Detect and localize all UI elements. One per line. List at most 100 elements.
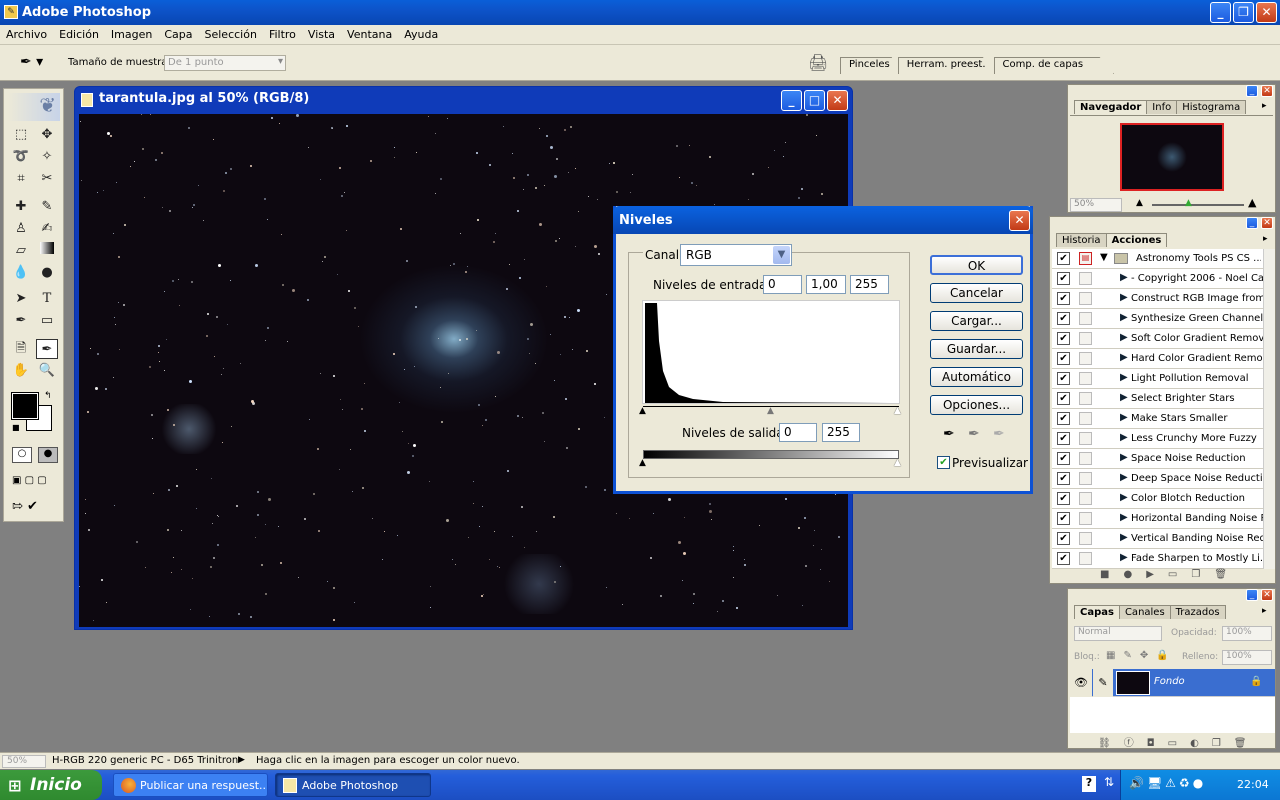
tab-histograma[interactable]: Histograma (1176, 100, 1247, 114)
action-toggle-checkbox[interactable]: ✔ (1057, 372, 1070, 385)
action-dialog-toggle[interactable] (1079, 392, 1092, 405)
cancel-button[interactable]: Cancelar (930, 283, 1023, 303)
action-toggle-checkbox[interactable]: ✔ (1057, 412, 1070, 425)
action-dialog-toggle[interactable] (1079, 532, 1092, 545)
document-close-button[interactable]: ✕ (827, 90, 848, 111)
new-group-icon[interactable]: ▭ (1168, 738, 1190, 749)
pen-tool-icon[interactable]: ✒ (10, 311, 32, 331)
expand-action-icon[interactable]: ▶ (1120, 352, 1128, 363)
new-action-icon[interactable]: ❐ (1191, 569, 1214, 580)
action-row[interactable]: ✔ ▶ Light Pollution Removal (1052, 369, 1263, 389)
language-icon[interactable]: ⇅ (1104, 775, 1114, 789)
fill-field[interactable]: 100% (1222, 650, 1272, 665)
action-toggle-checkbox[interactable]: ✔ (1057, 352, 1070, 365)
shape-tool-icon[interactable]: ▭ (36, 311, 58, 331)
auto-button[interactable]: Automático (930, 367, 1023, 387)
menu-capa[interactable]: Capa (158, 25, 198, 41)
actions-close-button[interactable]: ✕ (1261, 217, 1273, 229)
action-toggle-checkbox[interactable]: ✔ (1057, 332, 1070, 345)
expand-action-icon[interactable]: ▶ (1120, 292, 1128, 303)
delete-layer-icon[interactable]: 🗑 (1234, 738, 1260, 749)
save-button[interactable]: Guardar... (930, 339, 1023, 359)
action-row[interactable]: ✔ ▶ Color Blotch Reduction (1052, 489, 1263, 509)
menu-imagen[interactable]: Imagen (105, 25, 158, 41)
move-tool-icon[interactable]: ✥ (36, 125, 58, 145)
start-button[interactable]: ⊞ Inicio (0, 770, 102, 800)
action-toggle-checkbox[interactable]: ✔ (1057, 472, 1070, 485)
expand-action-icon[interactable]: ▶ (1120, 452, 1128, 463)
menu-seleccion[interactable]: Selección (199, 25, 263, 41)
record-icon[interactable]: ● (1123, 569, 1146, 580)
dodge-tool-icon[interactable]: ● (36, 263, 58, 283)
action-toggle-checkbox[interactable]: ✔ (1057, 292, 1070, 305)
status-menu-arrow-icon[interactable]: ▶ (238, 755, 245, 765)
expand-action-icon[interactable]: ▶ (1120, 412, 1128, 423)
foreground-color-swatch[interactable] (11, 392, 39, 420)
expand-action-icon[interactable]: ▶ (1120, 372, 1128, 383)
navigator-view-box[interactable] (1120, 123, 1224, 191)
close-button[interactable]: ✕ (1256, 2, 1277, 23)
action-toggle-checkbox[interactable]: ✔ (1057, 532, 1070, 545)
expand-action-icon[interactable]: ▶ (1120, 272, 1128, 283)
standard-mode-icon[interactable]: ○ (12, 447, 32, 463)
action-dialog-toggle[interactable] (1079, 372, 1092, 385)
action-toggle-checkbox[interactable]: ✔ (1057, 552, 1070, 565)
action-toggle-checkbox[interactable]: ✔ (1057, 492, 1070, 505)
eyedropper-tool-icon[interactable]: ✒ (36, 339, 58, 359)
play-icon[interactable]: ▶ (1146, 569, 1168, 580)
expand-action-icon[interactable]: ▶ (1120, 492, 1128, 503)
jump-to-imageready-icon[interactable]: ⇰ ✔ (12, 499, 38, 514)
zoom-in-icon[interactable]: ▲ (1248, 196, 1256, 209)
panel-menu-arrow-icon[interactable]: ▸ (1262, 101, 1267, 111)
menu-vista[interactable]: Vista (302, 25, 341, 41)
expand-action-icon[interactable]: ▶ (1120, 312, 1128, 323)
expand-action-icon[interactable]: ▶ (1120, 472, 1128, 483)
menu-edicion[interactable]: Edición (53, 25, 105, 41)
expand-action-icon[interactable]: ▶ (1120, 552, 1128, 563)
layers-close-button[interactable]: ✕ (1261, 589, 1273, 601)
sample-size-select[interactable]: De 1 punto ▾ (164, 55, 286, 71)
action-dialog-toggle[interactable] (1079, 412, 1092, 425)
action-dialog-toggle[interactable] (1079, 292, 1092, 305)
opacity-field[interactable]: 100% (1222, 626, 1272, 641)
panel-menu-arrow-icon[interactable]: ▸ (1263, 234, 1268, 244)
options-button[interactable]: Opciones... (930, 395, 1023, 415)
panel-menu-arrow-icon[interactable]: ▸ (1262, 606, 1267, 616)
taskbar-firefox-button[interactable]: Publicar una respuest... (113, 773, 268, 797)
gray-point-eyedropper-icon[interactable]: ✒ (968, 426, 980, 442)
new-set-icon[interactable]: ▭ (1168, 569, 1191, 580)
action-toggle-checkbox[interactable]: ✔ (1057, 452, 1070, 465)
trash-icon[interactable]: 🗑 (1214, 569, 1241, 580)
input-black-slider[interactable]: ▲ (639, 406, 646, 416)
gradient-tool-icon[interactable] (36, 241, 58, 261)
layer-row-fondo[interactable]: 👁 ✎ Fondo 🔒 (1070, 669, 1275, 697)
action-dialog-toggle[interactable] (1079, 432, 1092, 445)
zoom-tool-icon[interactable]: 🔍 (36, 361, 58, 381)
expand-action-icon[interactable]: ▶ (1120, 432, 1128, 443)
layers-minimize-button[interactable]: _ (1246, 589, 1258, 601)
hand-tool-icon[interactable]: ✋ (10, 361, 32, 381)
action-toggle-checkbox[interactable]: ✔ (1057, 432, 1070, 445)
action-dialog-toggle[interactable] (1079, 332, 1092, 345)
lasso-tool-icon[interactable]: ➰ (10, 147, 32, 167)
crop-tool-icon[interactable]: ⌗ (10, 169, 32, 189)
output-white-field[interactable]: 255 (822, 423, 860, 442)
type-tool-icon[interactable]: T (36, 289, 58, 309)
navigator-close-button[interactable]: ✕ (1261, 85, 1273, 97)
tray-icons[interactable]: 🔊🖥⚠♻● (1129, 776, 1206, 790)
menu-ayuda[interactable]: Ayuda (398, 25, 444, 41)
white-point-eyedropper-icon[interactable]: ✒ (993, 426, 1005, 442)
expand-action-icon[interactable]: ▶ (1120, 332, 1128, 343)
minimize-button[interactable]: _ (1210, 2, 1231, 23)
stop-icon[interactable]: ■ (1100, 569, 1123, 580)
history-brush-tool-icon[interactable]: ✍ (36, 219, 58, 239)
path-selection-tool-icon[interactable]: ➤ (10, 289, 32, 309)
input-white-field[interactable]: 255 (850, 275, 889, 294)
photoshop-feather-logo[interactable]: ❦ (8, 93, 60, 121)
zoom-slider-thumb[interactable]: ▲ (1185, 198, 1192, 208)
action-row[interactable]: ✔ ▶ - Copyright 2006 - Noel Ca... (1052, 269, 1263, 289)
tab-comp-capas[interactable]: Comp. de capas (993, 57, 1115, 74)
ok-button[interactable]: OK (930, 255, 1023, 275)
action-toggle-checkbox[interactable]: ✔ (1057, 512, 1070, 525)
expand-action-icon[interactable]: ▶ (1120, 532, 1128, 543)
